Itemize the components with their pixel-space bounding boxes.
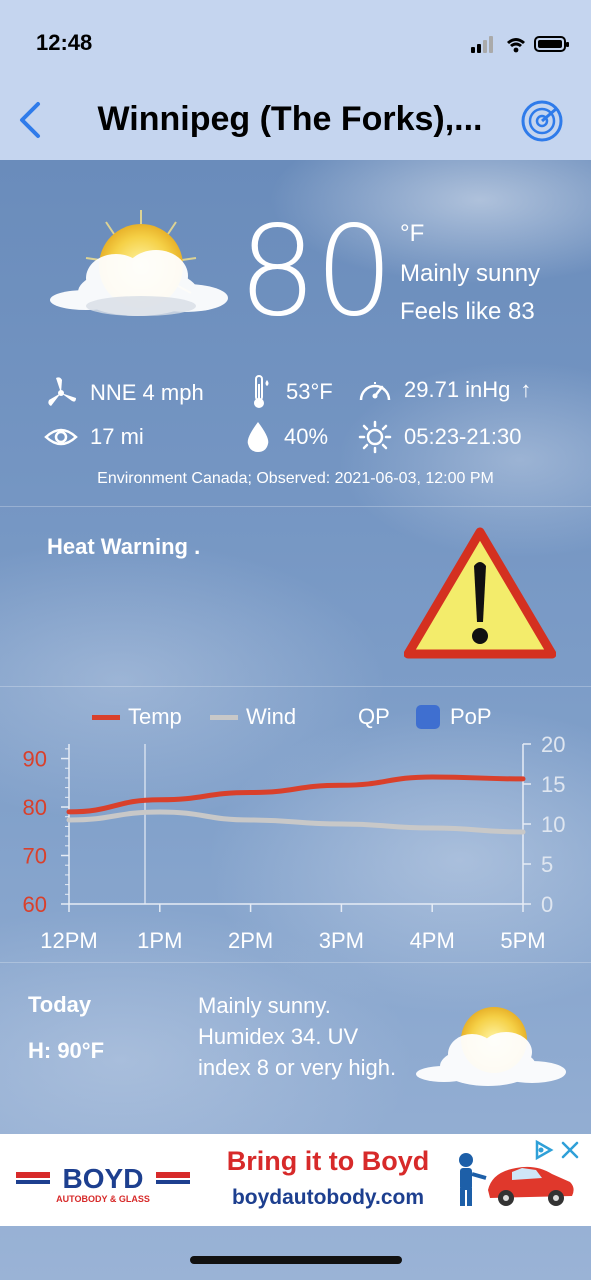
series-temp-line (66, 774, 526, 815)
left-tick-label: 70 (23, 844, 47, 869)
page-title: Winnipeg (The Forks),... (97, 100, 483, 138)
ad-banner[interactable]: BOYD AUTOBODY & GLASS Bring it to Boyd b… (0, 1134, 591, 1226)
current-condition: Mainly sunny (400, 260, 541, 287)
feels-like: Feels like 83 (400, 298, 535, 325)
water-drop-icon (247, 422, 269, 452)
boyd-logo: BOYD AUTOBODY & GLASS (16, 1156, 196, 1217)
status-bar: 12:48 (0, 0, 591, 80)
adchoices-icon[interactable] (535, 1139, 554, 1161)
x-tick-label: 5PM (500, 928, 545, 953)
humidity-observation: 40% (244, 420, 328, 454)
right-tick-label: 20 (541, 732, 565, 757)
right-tick-label: 5 (541, 852, 553, 877)
forecast-text: Mainly sunny. Humidex 34. UV index 8 or … (198, 993, 397, 1080)
legend-qp: QP (358, 704, 390, 730)
temperature-unit: °F (400, 220, 425, 247)
legend-pop-label: PoP (450, 704, 492, 729)
divider (0, 962, 591, 963)
left-tick-label: 80 (23, 795, 47, 820)
status-time: 12:48 (36, 30, 93, 55)
left-tick-label: 90 (23, 747, 47, 772)
legend-qp-label: QP (358, 704, 390, 729)
ad-headline: Bring it to Boyd (226, 1146, 430, 1176)
divider (0, 506, 591, 507)
x-tick-label: 3PM (319, 928, 364, 953)
dew-point-value: 53°F (286, 379, 333, 404)
ad-controls[interactable] (527, 1138, 583, 1167)
current-temperature: 80 (238, 200, 394, 344)
legend-temp-label: Temp (128, 704, 182, 729)
nav-bar: Winnipeg (The Forks),... (0, 80, 591, 160)
chevron-left-icon (20, 102, 40, 138)
eye-icon (44, 428, 78, 446)
wind-value: NNE 4 mph (90, 380, 204, 405)
forecast-day: Today (28, 992, 92, 1017)
pressure-value: 29.71 inHg (404, 377, 511, 402)
divider (0, 686, 591, 687)
wind-turbine-icon (48, 377, 76, 406)
left-tick-label: 60 (23, 892, 47, 917)
gauge-icon (359, 382, 391, 401)
back-button[interactable] (12, 98, 48, 142)
thermometer-icon (254, 375, 269, 408)
home-indicator[interactable] (190, 1256, 402, 1264)
legend-temp: Temp (92, 704, 182, 730)
forecast-partly-sunny-icon (414, 1000, 570, 1101)
legend-wind: Wind (210, 704, 296, 730)
visibility-observation: 17 mi (44, 424, 144, 450)
battery-icon (534, 36, 569, 52)
heat-warning-link[interactable]: Heat Warning . (47, 534, 200, 560)
sun-times-value: 05:23-21:30 (404, 424, 522, 449)
observation-source: Environment Canada; Observed: 2021-06-03… (97, 470, 494, 487)
sun-times-observation: 05:23-21:30 (358, 420, 521, 454)
ad-url: boydautobody.com (231, 1186, 425, 1209)
hourly-chart: 12PM 1PM 2PM 3PM 4PM 5PM 90 80 70 60 20 15 10 5 0 (23, 732, 566, 953)
dew-point-observation: 53°F (248, 374, 333, 410)
right-tick-label: 0 (541, 892, 553, 917)
forecast-high: H: 90°F (28, 1038, 105, 1063)
x-tick-label: 12PM (40, 928, 97, 953)
legend-wind-label: Wind (246, 704, 297, 729)
signal-icon (471, 36, 493, 53)
x-tick-label: 1PM (137, 928, 182, 953)
wifi-icon (507, 38, 525, 53)
sun-icon (358, 420, 392, 454)
partly-sunny-icon (46, 208, 236, 337)
right-tick-label: 15 (541, 772, 565, 797)
ad-brand: BOYD (63, 1163, 144, 1194)
pressure-trend-arrow: ↑ (520, 377, 532, 402)
warning-triangle-icon[interactable] (403, 526, 557, 667)
x-tick-label: 2PM (228, 928, 273, 953)
radar-icon (521, 100, 563, 142)
humidity-value: 40% (284, 424, 329, 449)
close-icon[interactable] (561, 1141, 579, 1159)
legend-pop: PoP (416, 704, 492, 730)
status-icons (471, 34, 571, 59)
x-tick-label: 4PM (410, 928, 455, 953)
pressure-observation: 29.71 inHg ↑ (358, 376, 531, 404)
right-tick-label: 10 (541, 812, 565, 837)
ad-brand-sub: AUTOBODY & GLASS (56, 1194, 150, 1204)
visibility-value: 17 mi (90, 424, 144, 449)
radar-button[interactable] (521, 100, 563, 142)
wind-observation: NNE 4 mph (46, 376, 204, 410)
series-wind-line (66, 809, 526, 835)
